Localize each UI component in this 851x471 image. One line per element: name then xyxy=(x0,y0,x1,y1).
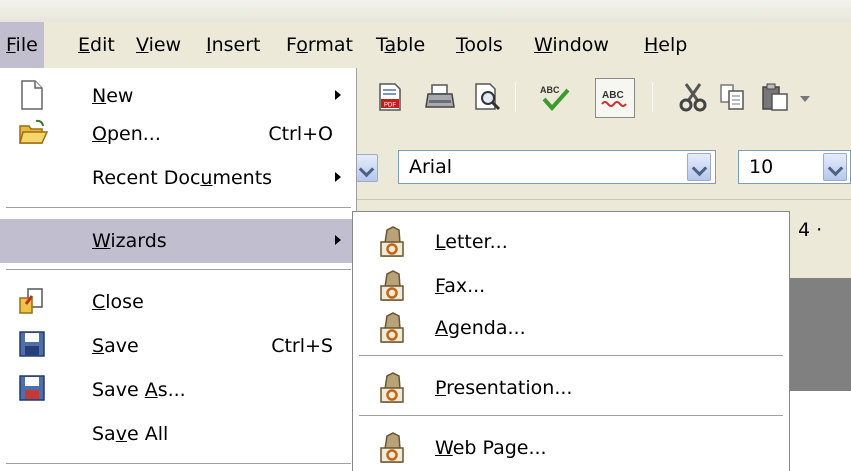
menu-separator xyxy=(359,415,783,417)
style-dropdown-chevron-icon[interactable] xyxy=(354,154,378,182)
wizard-hat-icon xyxy=(377,312,407,344)
wizard-hat-icon xyxy=(377,226,407,258)
menu-table[interactable]: Table xyxy=(370,22,431,68)
file-menu-wizards[interactable]: Wizards xyxy=(0,219,357,263)
file-menu-save[interactable]: Save Ctrl+S xyxy=(0,324,357,368)
font-name-combo[interactable]: Arial xyxy=(398,150,716,184)
new-document-icon xyxy=(18,80,46,110)
toolbar-separator xyxy=(515,82,516,112)
wizards-letter[interactable]: Letter... xyxy=(353,220,789,264)
export-pdf-icon[interactable]: PDF xyxy=(375,82,405,112)
submenu-arrow-icon xyxy=(335,172,341,182)
menu-file[interactable]: File xyxy=(0,22,44,68)
menu-insert[interactable]: Insert xyxy=(200,22,267,68)
file-menu-open[interactable]: Open... Ctrl+O xyxy=(0,112,357,156)
page-preview-icon[interactable] xyxy=(472,82,502,112)
copy-icon[interactable] xyxy=(718,82,748,112)
save-floppy-icon xyxy=(18,330,46,360)
wizards-fax[interactable]: Fax... xyxy=(353,264,789,308)
auto-spellcheck-icon[interactable]: ABC xyxy=(595,78,635,118)
menu-separator xyxy=(6,463,351,465)
menu-separator xyxy=(6,269,351,271)
menu-separator xyxy=(6,207,351,209)
menu-view[interactable]: View xyxy=(130,22,187,68)
svg-text:PDF: PDF xyxy=(384,103,396,109)
open-folder-icon xyxy=(18,118,49,148)
menu-tools[interactable]: Tools xyxy=(450,22,509,68)
spellcheck-icon[interactable]: ABC xyxy=(538,82,570,112)
file-menu-save-as[interactable]: Save As... xyxy=(0,368,357,412)
save-as-floppy-icon xyxy=(18,374,46,404)
file-menu-recent-documents[interactable]: Recent Documents xyxy=(0,156,357,200)
font-name-chevron-icon[interactable] xyxy=(687,153,711,181)
wizard-hat-icon xyxy=(377,270,407,302)
menu-help[interactable]: Help xyxy=(638,22,693,68)
svg-text:ABC: ABC xyxy=(602,90,624,101)
menu-edit[interactable]: Edit xyxy=(72,22,121,68)
menu-bar: File Edit View Insert Format Table Tools… xyxy=(0,22,851,68)
font-size-combo[interactable]: 10 xyxy=(738,150,851,184)
menu-format[interactable]: Format xyxy=(280,22,359,68)
ruler-tick-label: 4 · xyxy=(798,219,823,241)
print-icon[interactable] xyxy=(425,82,455,112)
wizards-agenda[interactable]: Agenda... xyxy=(353,306,789,350)
font-name-value: Arial xyxy=(409,156,453,178)
wizard-hat-icon xyxy=(377,372,407,404)
toolbar-separator xyxy=(652,82,653,112)
cut-scissors-icon[interactable] xyxy=(678,82,708,112)
wizard-hat-icon xyxy=(377,432,407,464)
font-size-chevron-icon[interactable] xyxy=(823,153,847,181)
window-title-strip xyxy=(0,0,851,22)
wizards-submenu: Letter... Fax... Agenda... Presentation.… xyxy=(352,211,790,471)
file-menu: New Open... Ctrl+O Recent Documents Wiza… xyxy=(0,68,357,471)
wizards-web-page[interactable]: Web Page... xyxy=(353,426,789,470)
file-menu-save-all[interactable]: Save All xyxy=(0,412,357,456)
close-document-icon xyxy=(18,286,46,316)
svg-text:ABC: ABC xyxy=(540,85,560,95)
submenu-arrow-icon xyxy=(335,235,341,245)
menu-separator xyxy=(359,355,783,357)
font-size-value: 10 xyxy=(749,156,774,178)
menu-window[interactable]: Window xyxy=(528,22,615,68)
file-menu-close[interactable]: Close xyxy=(0,280,357,324)
paste-icon[interactable] xyxy=(760,82,790,112)
wizards-presentation[interactable]: Presentation... xyxy=(353,366,789,410)
paste-dropdown-icon[interactable] xyxy=(800,96,810,102)
submenu-arrow-icon xyxy=(335,90,341,100)
